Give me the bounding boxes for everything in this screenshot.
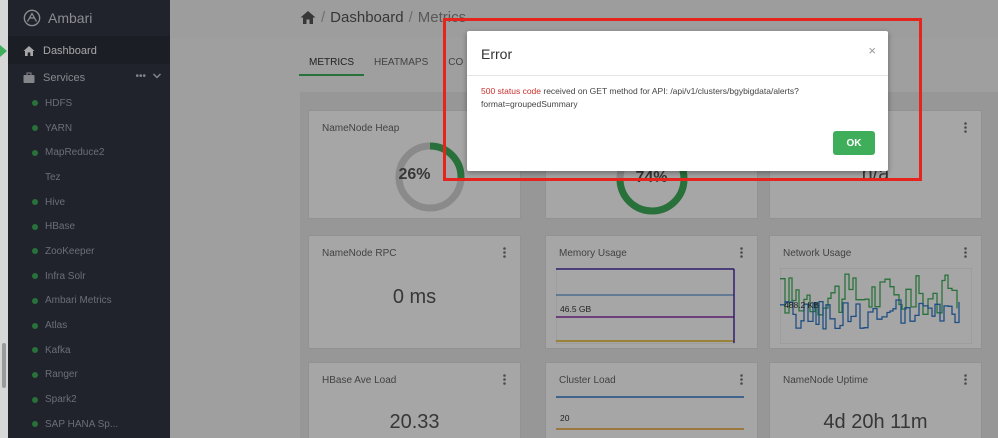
scrollbar-thumb[interactable] bbox=[2, 343, 6, 388]
highlight-box bbox=[443, 18, 922, 181]
window-edge bbox=[0, 0, 8, 438]
